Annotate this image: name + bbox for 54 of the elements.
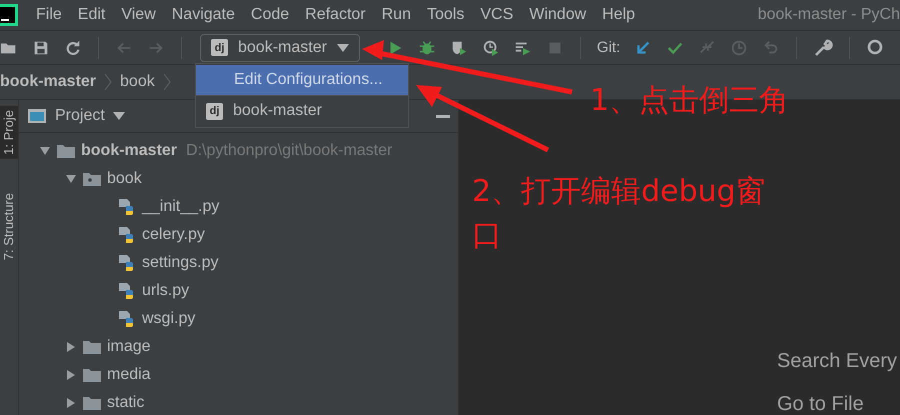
tool-window-tab[interactable]: 1: Proje [0, 106, 18, 159]
run-config-dropdown[interactable]: dj book-master [200, 34, 360, 62]
caret-icon[interactable] [112, 112, 125, 120]
breadcrumb-item[interactable]: book [120, 73, 155, 91]
annotation-text: 1、点击倒三角 [590, 82, 790, 120]
dropdown-item[interactable]: dj book-master [196, 96, 408, 126]
menu-item[interactable]: Refactor [297, 6, 374, 24]
editor-hint: Search Every [777, 350, 898, 373]
tool-window-tab[interactable]: 7: Structure [0, 188, 18, 264]
tree-item[interactable]: celery.py [142, 226, 205, 244]
breadcrumb-item[interactable]: book-master [0, 73, 96, 91]
django-icon: dj [211, 39, 228, 56]
menu-item[interactable]: VCS [472, 6, 522, 24]
window-icon [27, 106, 47, 126]
tree-item[interactable]: book-master [81, 142, 178, 160]
save-icon[interactable] [32, 38, 50, 56]
clock-run-icon[interactable] [482, 38, 500, 56]
shield-run-icon[interactable] [450, 38, 468, 56]
tree-item[interactable]: wsgi.py [142, 310, 196, 328]
tree-item[interactable]: __init__.py [142, 198, 220, 216]
menu-item[interactable]: File [28, 6, 70, 24]
chevron-icon [104, 72, 112, 92]
menu-item[interactable]: Tools [418, 6, 472, 24]
folder-path: D:\pythonpro\git\book-master [186, 142, 392, 160]
editor-hint: Go to File [777, 393, 865, 415]
expand-arrow-icon[interactable] [65, 397, 77, 409]
menu-item[interactable]: Run [374, 6, 419, 24]
tree-item[interactable]: static [107, 394, 144, 412]
window-title: book-master - PyCh [756, 6, 900, 24]
collapse-arrow-icon[interactable] [39, 145, 51, 157]
expand-arrow-icon[interactable] [65, 369, 77, 381]
annotation-text: 2、打开编辑debug窗口 [472, 173, 767, 255]
menu-item[interactable]: Help [594, 6, 644, 24]
panel-title[interactable]: Project [55, 107, 105, 125]
tree-item[interactable]: media [107, 366, 151, 384]
tree-item[interactable]: urls.py [142, 282, 190, 300]
collapse-arrow-icon[interactable] [65, 173, 77, 185]
menu-item[interactable]: View [113, 6, 164, 24]
app-logo-icon[interactable] [0, 4, 18, 26]
menu-item[interactable]: Code [242, 6, 298, 24]
menu-item[interactable]: Navigate [164, 6, 243, 24]
sync-icon[interactable] [64, 38, 82, 56]
bug-icon[interactable] [418, 38, 436, 56]
dropdown-item[interactable]: Edit Configurations... [196, 65, 408, 95]
tree-item[interactable]: image [107, 338, 151, 356]
chevron-icon [162, 72, 171, 92]
menu-item[interactable]: Window [521, 6, 594, 24]
minimize-icon[interactable] [436, 114, 450, 118]
tree-item[interactable]: settings.py [142, 254, 218, 272]
menu-item[interactable]: Edit [70, 6, 114, 24]
tree-item[interactable]: book [107, 170, 142, 188]
expand-arrow-icon[interactable] [65, 341, 77, 353]
git-label: Git: [596, 39, 620, 56]
django-icon: dj [206, 102, 223, 120]
